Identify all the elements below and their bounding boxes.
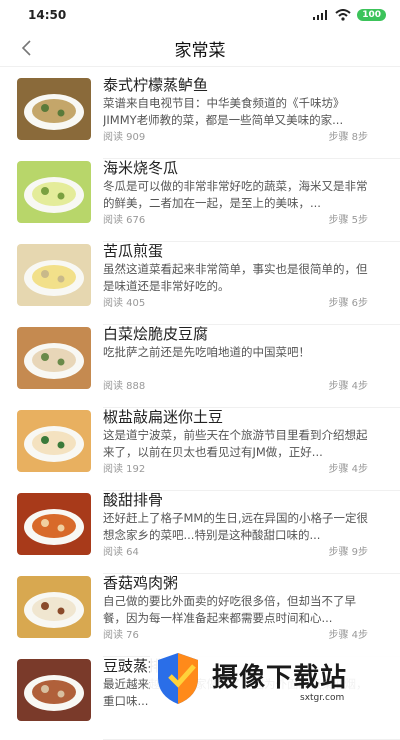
recipe-info: 海米烧冬瓜 冬瓜是可以做的非常非常好吃的蔬菜，海米又是非常的鲜美，二者加在一起，… [103, 159, 378, 242]
watermark-url: sxtgr.com [300, 693, 345, 703]
recipe-title: 香菇鸡肉粥 [103, 574, 179, 592]
status-time: 14:50 [28, 8, 67, 22]
recipe-thumbnail [17, 244, 91, 306]
read-count: 阅读 192 [103, 464, 146, 475]
nav-bar: 家常菜 [0, 30, 400, 67]
dish-image-icon [17, 327, 91, 389]
recipe-thumbnail [17, 659, 91, 721]
read-count: 阅读 64 [103, 547, 139, 558]
recipe-thumbnail [17, 576, 91, 638]
recipe-info: 酸甜排骨 还好赶上了格子MM的生日,远在异国的小格子一定很想念家乡的菜吧...特… [103, 491, 378, 574]
dish-image-icon [17, 493, 91, 555]
recipe-item[interactable]: 苦瓜煎蛋 虽然这道菜看起来非常简单，事实也是很简单的，但是味道还是非常好吃的。 … [0, 242, 400, 325]
dish-image-icon [17, 78, 91, 140]
step-count: 步骤 9步 [328, 547, 368, 558]
recipe-item[interactable]: 酸甜排骨 还好赶上了格子MM的生日,远在异国的小格子一定很想念家乡的菜吧...特… [0, 491, 400, 574]
recipe-meta [103, 709, 368, 723]
status-icons: 100 [313, 9, 386, 21]
battery-icon: 100 [357, 9, 386, 21]
recipe-thumbnail [17, 327, 91, 389]
step-count: 步骤 5步 [328, 215, 368, 226]
recipe-item[interactable]: 白菜烩脆皮豆腐 吃批萨之前还是先吃咱地道的中国菜吧！ 阅读 888 步骤 4步 [0, 325, 400, 408]
recipe-meta: 阅读 405 步骤 6步 [103, 294, 368, 309]
recipe-meta: 阅读 76 步骤 4步 [103, 626, 368, 641]
recipe-description: 菜谱来自电视节目：中华美食频道的《千味坊》JIMMY老师教的菜，都是一些简单又美… [103, 96, 345, 127]
page-title: 家常菜 [174, 40, 226, 61]
recipe-thumbnail [17, 78, 91, 140]
watermark-text: 摄像下载站 [212, 662, 348, 693]
dish-image-icon [17, 244, 91, 306]
step-count: 步骤 4步 [328, 381, 368, 392]
recipe-item[interactable]: 椒盐敲扁迷你土豆 这是道宁波菜，前些天在个旅游节目里看到介绍想起来了，以前在贝太… [0, 408, 400, 491]
recipe-info: 白菜烩脆皮豆腐 吃批萨之前还是先吃咱地道的中国菜吧！ 阅读 888 步骤 4步 [103, 325, 378, 408]
read-count: 阅读 405 [103, 298, 146, 309]
recipe-title: 酸甜排骨 [103, 491, 164, 509]
chevron-left-icon [21, 40, 31, 56]
dish-image-icon [17, 161, 91, 223]
recipe-description: 虽然这道菜看起来非常简单，事实也是很简单的，但是味道还是非常好吃的。 [103, 262, 368, 293]
recipe-description: 冬瓜是可以做的非常非常好吃的蔬菜，海米又是非常的鲜美，二者加在一起，是至上的美味… [103, 179, 368, 210]
status-bar: 14:50 100 [0, 0, 400, 30]
recipe-description: 自己做的要比外面卖的好吃很多倍，但却当不了早餐，因为每一样准备起来都需要点时间和… [103, 594, 356, 625]
recipe-description: 还好赶上了格子MM的生日,远在异国的小格子一定很想念家乡的菜吧...特别是这种酸… [103, 511, 368, 542]
recipe-description: 吃批萨之前还是先吃咱地道的中国菜吧！ [103, 345, 310, 359]
step-count: 步骤 8步 [328, 132, 368, 143]
recipe-meta: 阅读 192 步骤 4步 [103, 460, 368, 475]
read-count: 阅读 888 [103, 381, 146, 392]
recipe-item[interactable]: 海米烧冬瓜 冬瓜是可以做的非常非常好吃的蔬菜，海米又是非常的鲜美，二者加在一起，… [0, 159, 400, 242]
step-count: 步骤 6步 [328, 298, 368, 309]
recipe-meta: 阅读 676 步骤 5步 [103, 211, 368, 226]
recipe-thumbnail [17, 161, 91, 223]
recipe-title: 海米烧冬瓜 [103, 159, 179, 177]
recipe-title: 苦瓜煎蛋 [103, 242, 164, 260]
dish-image-icon [17, 659, 91, 721]
step-count: 步骤 4步 [328, 630, 368, 641]
recipe-title: 泰式柠檬蒸鲈鱼 [103, 76, 209, 94]
wifi-icon [335, 9, 351, 21]
dish-image-icon [17, 576, 91, 638]
recipe-item[interactable]: 泰式柠檬蒸鲈鱼 菜谱来自电视节目：中华美食频道的《千味坊》JIMMY老师教的菜，… [0, 76, 400, 159]
signal-icon [313, 10, 328, 20]
shield-logo-icon [158, 652, 198, 704]
recipe-meta: 阅读 888 步骤 4步 [103, 377, 368, 392]
step-count: 步骤 4步 [328, 464, 368, 475]
dish-image-icon [17, 410, 91, 472]
recipe-info: 苦瓜煎蛋 虽然这道菜看起来非常简单，事实也是很简单的，但是味道还是非常好吃的。 … [103, 242, 378, 325]
recipe-info: 椒盐敲扁迷你土豆 这是道宁波菜，前些天在个旅游节目里看到介绍想起来了，以前在贝太… [103, 408, 378, 491]
back-button[interactable] [14, 36, 38, 60]
read-count: 阅读 76 [103, 630, 139, 641]
recipe-title: 椒盐敲扁迷你土豆 [103, 408, 224, 426]
recipe-info: 泰式柠檬蒸鲈鱼 菜谱来自电视节目：中华美食频道的《千味坊》JIMMY老师教的菜，… [103, 76, 378, 159]
recipe-title: 白菜烩脆皮豆腐 [103, 325, 209, 343]
recipe-meta: 阅读 64 步骤 9步 [103, 543, 368, 558]
read-count: 阅读 676 [103, 215, 146, 226]
recipe-description: 这是道宁波菜，前些天在个旅游节目里看到介绍想起来了，以前在贝太也看见过有JM做，… [103, 428, 368, 459]
recipe-thumbnail [17, 410, 91, 472]
recipe-thumbnail [17, 493, 91, 555]
watermark: 摄像下载站 sxtgr.com [150, 645, 400, 710]
recipe-list: 泰式柠檬蒸鲈鱼 菜谱来自电视节目：中华美食频道的《千味坊》JIMMY老师教的菜，… [0, 76, 400, 740]
read-count: 阅读 909 [103, 132, 146, 143]
recipe-meta: 阅读 909 步骤 8步 [103, 128, 368, 143]
